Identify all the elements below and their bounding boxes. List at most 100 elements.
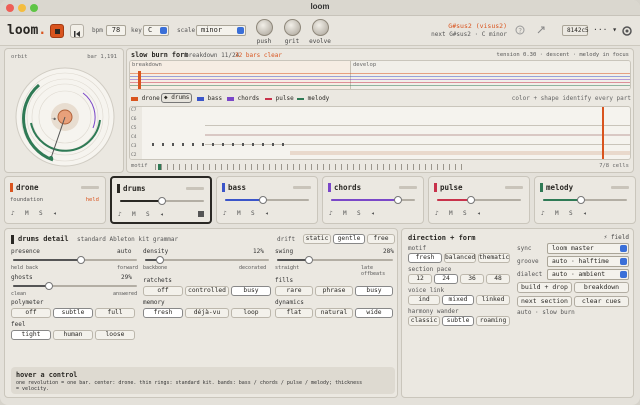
fills-busy[interactable]: busy <box>355 286 393 296</box>
track-strip-drums[interactable]: drums ♪ M S ◂ <box>110 176 212 224</box>
track-strip-chords[interactable]: chords ♪ M S ◂ <box>322 176 424 224</box>
pace-48[interactable]: 48 <box>486 274 510 284</box>
solo-button[interactable]: S <box>39 210 43 217</box>
solo-button[interactable]: S <box>146 211 150 218</box>
rewind-button[interactable] <box>70 24 84 38</box>
density-slider[interactable] <box>145 256 269 264</box>
track-volume-slider[interactable] <box>543 196 627 204</box>
voice-mixed[interactable]: mixed <box>442 295 474 305</box>
groove-select[interactable]: auto · halftime <box>547 256 629 267</box>
fills-rare[interactable]: rare <box>275 286 313 296</box>
speaker-icon[interactable]: ◂ <box>371 210 375 217</box>
feel-tight[interactable]: tight <box>11 330 51 340</box>
speaker-icon[interactable]: ◂ <box>265 210 269 217</box>
slider-thumb[interactable] <box>576 196 585 204</box>
memory-fresh[interactable]: fresh <box>143 308 183 318</box>
slider-thumb[interactable] <box>258 196 267 204</box>
voice-linked[interactable]: linked <box>476 295 510 305</box>
memory-deja-vu[interactable]: déjà-vu <box>185 308 229 318</box>
motif-fresh[interactable]: fresh <box>408 253 442 263</box>
track-strip-pulse[interactable]: pulse ♪ M S ◂ <box>428 176 530 224</box>
legend-bass[interactable]: bass <box>197 95 222 102</box>
dynamics-wide[interactable]: wide <box>355 308 393 318</box>
grit-knob[interactable] <box>284 19 301 36</box>
track-instrument-icon[interactable]: ♪ <box>329 210 333 217</box>
slider-thumb[interactable] <box>466 196 475 204</box>
clear-cues-button[interactable]: clear cues <box>574 296 629 307</box>
solo-button[interactable]: S <box>357 210 361 217</box>
dynamics-flat[interactable]: flat <box>275 308 313 318</box>
pace-24[interactable]: 24 <box>434 274 458 284</box>
track-instrument-icon[interactable]: ♪ <box>118 211 122 218</box>
bpm-field[interactable]: 78 <box>106 25 126 36</box>
legend-drums[interactable]: ◆ drums <box>161 93 193 103</box>
legend-drone[interactable]: drone <box>131 95 160 102</box>
drift-gentle[interactable]: gentle <box>333 234 365 244</box>
slider-thumb[interactable] <box>155 256 164 264</box>
push-knob[interactable] <box>256 19 273 36</box>
slider-thumb[interactable] <box>305 256 314 264</box>
slider-thumb[interactable] <box>394 196 403 204</box>
build-drop-button[interactable]: build + drop <box>517 282 572 293</box>
help-icon[interactable]: ? <box>515 25 525 35</box>
arrangement-timeline[interactable]: breakdown develop <box>129 60 631 90</box>
track-volume-slider[interactable] <box>225 196 309 204</box>
evolve-knob[interactable] <box>312 19 329 36</box>
drift-static[interactable]: static <box>303 234 331 244</box>
speaker-icon[interactable]: ◂ <box>53 210 57 217</box>
voice-ind[interactable]: ind <box>408 295 440 305</box>
presence-slider[interactable] <box>13 256 137 264</box>
stop-button[interactable] <box>50 24 64 38</box>
track-instrument-icon[interactable]: ♪ <box>223 210 227 217</box>
sync-select[interactable]: loom master <box>547 243 629 254</box>
ratchets-controlled[interactable]: controlled <box>185 286 229 296</box>
mute-button[interactable]: M <box>449 210 453 217</box>
slider-thumb[interactable] <box>44 282 53 290</box>
track-volume-slider[interactable] <box>437 196 521 204</box>
breakdown-button[interactable]: breakdown <box>574 282 629 293</box>
field-toggle[interactable]: ⚡ field <box>604 234 629 241</box>
legend-pulse[interactable]: pulse <box>265 95 294 102</box>
motif-balanced[interactable]: balanced <box>444 253 476 263</box>
slider-thumb[interactable] <box>158 197 166 205</box>
gear-icon[interactable] <box>621 25 633 37</box>
ghosts-slider[interactable] <box>13 282 137 290</box>
piano-roll[interactable]: C7 C6 C5 C4 C3 C2 <box>129 106 631 160</box>
session-hash[interactable]: 8142c5 <box>562 25 589 36</box>
solo-button[interactable]: S <box>251 210 255 217</box>
polymeter-off[interactable]: off <box>11 308 51 318</box>
harmony-subtle[interactable]: subtle <box>442 316 474 326</box>
harmony-roaming[interactable]: roaming <box>476 316 510 326</box>
mute-button[interactable]: M <box>25 210 29 217</box>
mute-button[interactable]: M <box>555 210 559 217</box>
ratchets-busy[interactable]: busy <box>231 286 271 296</box>
motif-strip[interactable] <box>155 164 465 170</box>
memory-loop[interactable]: loop <box>231 308 271 318</box>
track-strip-melody[interactable]: melody ♪ M S ◂ <box>534 176 636 224</box>
track-volume-slider[interactable] <box>120 197 204 205</box>
more-menu[interactable]: ··· ▾ <box>593 25 617 34</box>
legend-melody[interactable]: melody <box>297 95 329 102</box>
mute-button[interactable]: M <box>237 210 241 217</box>
feel-human[interactable]: human <box>53 330 93 340</box>
grid-icon[interactable] <box>198 211 204 217</box>
speaker-icon[interactable]: ◂ <box>160 211 164 218</box>
solo-button[interactable]: S <box>463 210 467 217</box>
harmony-classic[interactable]: classic <box>408 316 440 326</box>
dialect-select[interactable]: auto · ambient <box>547 269 629 280</box>
track-strip-drone[interactable]: drone foundation held ♪ M S ◂ <box>4 176 106 224</box>
dynamics-natural[interactable]: natural <box>315 308 353 318</box>
next-section-button[interactable]: next section <box>517 296 572 307</box>
pace-12[interactable]: 12 <box>408 274 432 284</box>
polymeter-subtle[interactable]: subtle <box>53 308 93 318</box>
track-instrument-icon[interactable]: ♪ <box>541 210 545 217</box>
track-instrument-icon[interactable]: ♪ <box>435 210 439 217</box>
speaker-icon[interactable]: ◂ <box>477 210 481 217</box>
key-select[interactable]: C <box>143 25 169 36</box>
track-instrument-icon[interactable]: ♪ <box>11 210 15 217</box>
track-strip-bass[interactable]: bass ♪ M S ◂ <box>216 176 318 224</box>
motif-thematic[interactable]: thematic <box>478 253 510 263</box>
feel-loose[interactable]: loose <box>95 330 135 340</box>
ratchets-off[interactable]: off <box>143 286 183 296</box>
mute-button[interactable]: M <box>132 211 136 218</box>
